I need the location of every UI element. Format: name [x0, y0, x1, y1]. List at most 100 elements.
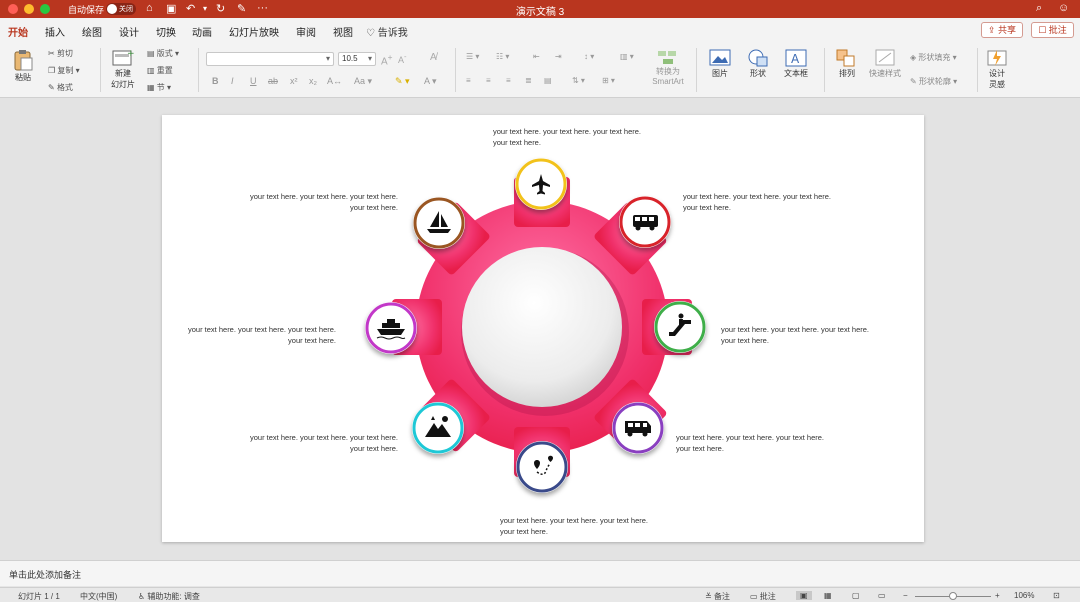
decrease-indent-icon[interactable]: ⇤	[533, 52, 540, 61]
picture-button[interactable]: 图片	[704, 48, 736, 79]
zoom-slider-handle[interactable]	[949, 592, 957, 600]
bullets-icon[interactable]: ☰ ▾	[466, 52, 479, 61]
cut-button[interactable]: ✂ 剪切	[48, 48, 73, 59]
justify-icon[interactable]: ≣	[525, 76, 532, 85]
textbox-button[interactable]: A 文本框	[778, 48, 814, 79]
shape-fill-button[interactable]: ◈ 形状填充 ▾	[910, 52, 957, 63]
text-direction-icon[interactable]: ⇅ ▾	[572, 76, 585, 85]
tell-me-search[interactable]: ♡ 告诉我	[366, 24, 408, 39]
comment-label: 批注	[1048, 25, 1067, 35]
share-button[interactable]: ⇪ 共享	[981, 22, 1023, 38]
gear-hub	[462, 247, 622, 407]
svg-text:+: +	[127, 49, 135, 59]
account-icon[interactable]: ☺	[1058, 2, 1069, 14]
tab-insert[interactable]: 插入	[45, 24, 65, 39]
shapes-icon	[748, 49, 768, 67]
normal-view-icon[interactable]: ▣	[796, 591, 812, 600]
text-block-right[interactable]: your text here. your text here. your tex…	[721, 324, 871, 346]
tab-review[interactable]: 审阅	[296, 24, 316, 39]
ribbon-divider	[455, 48, 456, 92]
fit-to-window-icon[interactable]: ⊡	[1053, 591, 1060, 600]
text-block-bottom[interactable]: your text here. your text here. your tex…	[500, 515, 650, 537]
slide-sorter-icon[interactable]: ▦	[824, 591, 832, 600]
arrange-label: 排列	[839, 69, 855, 78]
zoom-level[interactable]: 106%	[1014, 591, 1034, 600]
numbering-icon[interactable]: ☷ ▾	[496, 52, 509, 61]
language-status[interactable]: 中文(中国)	[80, 591, 117, 602]
align-right-icon[interactable]: ≡	[506, 76, 511, 85]
superscript-icon[interactable]: x²	[290, 76, 298, 86]
convert-smartart-button[interactable]: 转换为 SmartArt	[648, 48, 688, 86]
section-button[interactable]: ▦ 节 ▾	[147, 82, 171, 93]
accessibility-status[interactable]: ♿ 辅助功能: 调查	[138, 591, 200, 602]
copy-button[interactable]: ❐ 复制 ▾	[48, 65, 80, 76]
font-color-icon[interactable]: A ▾	[424, 76, 437, 87]
new-slide-button[interactable]: + 新建 幻灯片	[108, 48, 138, 90]
change-case-icon[interactable]: Aa ▾	[354, 76, 372, 87]
share-icon: ⇪	[987, 25, 996, 35]
shrink-font-icon[interactable]: A-	[398, 52, 407, 65]
tab-animations[interactable]: 动画	[192, 24, 212, 39]
window-title: 演示文稿 3	[515, 7, 565, 18]
textbox-label: 文本框	[784, 69, 808, 78]
grow-font-icon[interactable]: A+	[381, 52, 393, 67]
tab-slideshow[interactable]: 幻灯片放映	[229, 24, 279, 39]
escalator-badge	[654, 301, 706, 353]
zoom-in-icon[interactable]: +	[995, 591, 1000, 600]
strikethrough-icon[interactable]: ab	[268, 76, 278, 86]
quick-styles-button[interactable]: 快速样式	[866, 48, 904, 79]
zoom-out-icon[interactable]: −	[903, 591, 908, 600]
tab-home[interactable]: 开始	[6, 24, 30, 44]
comments-icon: ▭	[750, 592, 758, 601]
align-text-icon[interactable]: ⊞ ▾	[602, 76, 615, 85]
tab-draw[interactable]: 绘图	[82, 24, 102, 39]
text-block-top[interactable]: your text here. your text here. your tex…	[493, 126, 643, 148]
shape-button[interactable]: 形状	[742, 48, 774, 79]
text-block-bottom-left[interactable]: your text here. your text here. your tex…	[248, 432, 398, 454]
accessibility-label: 辅助功能: 调查	[147, 592, 200, 601]
arrange-button[interactable]: 排列	[832, 48, 862, 79]
tab-design[interactable]: 设计	[119, 24, 139, 39]
subscript-icon[interactable]: x₂	[309, 76, 317, 86]
line-spacing-icon[interactable]: ↕ ▾	[584, 52, 594, 61]
reading-view-icon[interactable]: ▢	[852, 591, 860, 600]
comment-button[interactable]: ☐ 批注	[1031, 22, 1074, 38]
paste-button[interactable]: 粘贴	[10, 48, 36, 83]
distribute-icon[interactable]: ▤	[544, 76, 552, 85]
highlight-icon[interactable]: ✎ ▾	[395, 76, 410, 87]
font-size-input[interactable]: 10.5 ▾	[338, 52, 376, 66]
align-left-icon[interactable]: ≡	[466, 76, 471, 85]
comments-toggle[interactable]: ▭ 批注	[750, 591, 776, 602]
underline-icon[interactable]: U	[250, 76, 257, 86]
slide-canvas[interactable]: your text here. your text here. your tex…	[162, 115, 924, 542]
columns-icon[interactable]: ▥ ▾	[620, 52, 634, 61]
notes-toggle[interactable]: ≚ 备注	[705, 591, 730, 602]
layout-button[interactable]: ▤ 版式 ▾	[147, 48, 179, 59]
clear-format-icon[interactable]: A̸	[430, 52, 437, 63]
char-spacing-icon[interactable]: A↔	[327, 76, 342, 86]
font-name-input[interactable]: ▾	[206, 52, 334, 66]
search-icon[interactable]: ⌕	[1036, 2, 1042, 15]
tab-view[interactable]: 视图	[333, 24, 353, 39]
design-ideas-button[interactable]: 设计 灵感	[984, 48, 1010, 90]
italic-icon[interactable]: I	[231, 76, 234, 86]
section-label: 节	[156, 83, 165, 92]
text-block-left[interactable]: your text here. your text here. your tex…	[186, 324, 336, 346]
tab-transitions[interactable]: 切换	[156, 24, 176, 39]
reset-label: 重置	[156, 66, 173, 75]
text-block-bottom-right[interactable]: your text here. your text here. your tex…	[676, 432, 826, 454]
reset-button[interactable]: ▥ 重置	[147, 65, 173, 76]
text-block-top-left[interactable]: your text here. your text here. your tex…	[248, 191, 398, 213]
notes-pane[interactable]: 单击此处添加备注	[0, 560, 1080, 586]
text-block-top-right[interactable]: your text here. your text here. your tex…	[683, 191, 833, 213]
section-icon: ▦	[147, 83, 155, 92]
align-center-icon[interactable]: ≡	[486, 76, 491, 85]
format-painter-button[interactable]: ✎ 格式	[48, 82, 73, 93]
clipboard-icon	[14, 50, 33, 71]
shape-outline-button[interactable]: ✎ 形状轮廓 ▾	[910, 76, 957, 87]
slideshow-view-icon[interactable]: ▭	[878, 591, 886, 600]
outline-icon: ✎	[910, 77, 917, 86]
increase-indent-icon[interactable]: ⇥	[555, 52, 562, 61]
rv-badge	[612, 402, 664, 454]
bold-icon[interactable]: B	[212, 76, 219, 86]
